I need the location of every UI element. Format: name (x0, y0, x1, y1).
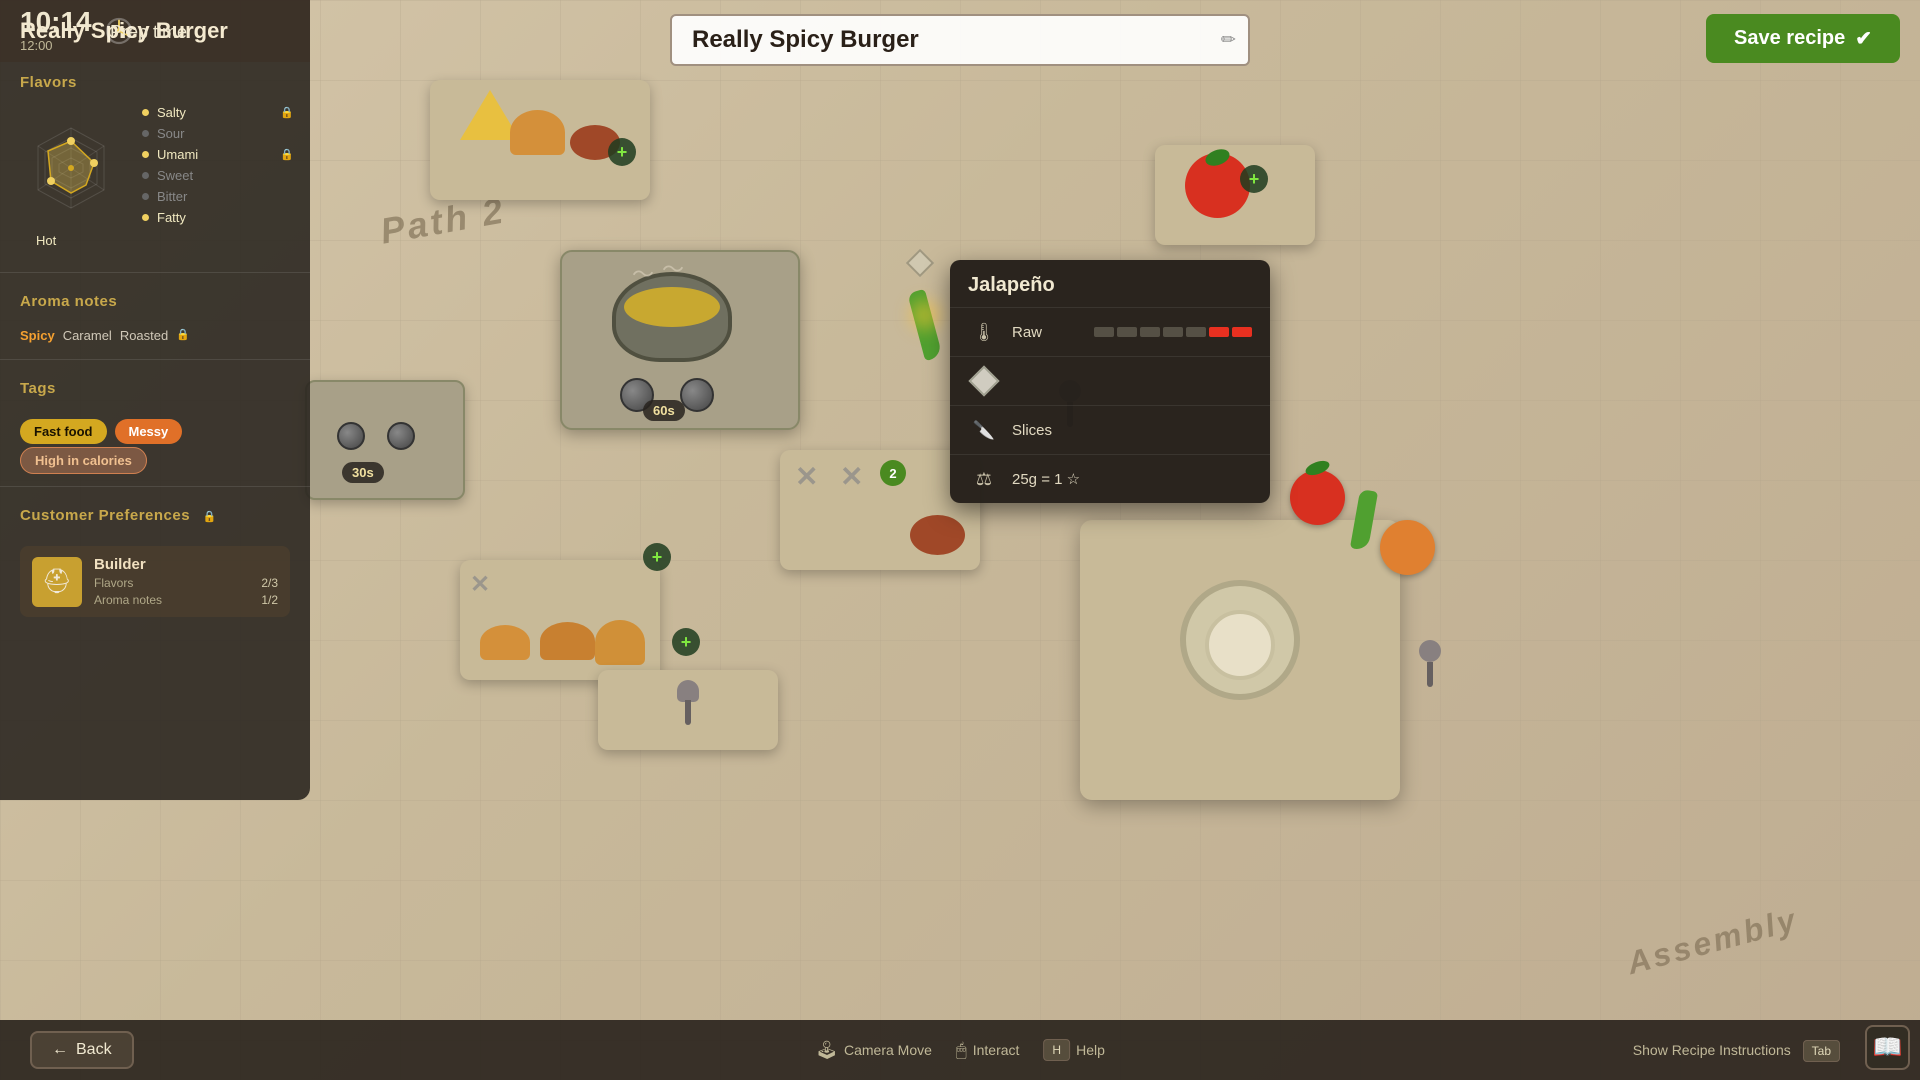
left-knob-1[interactable] (337, 422, 365, 450)
add-ingredient-btn-top[interactable]: + (608, 138, 636, 166)
aroma-lock: 🔒 (176, 328, 190, 343)
tag-messy[interactable]: Messy (115, 419, 183, 444)
bottom-bar: ← Back 🕹 Camera Move 🖱 Interact H Help S… (0, 1020, 1920, 1080)
burner-knob-2[interactable] (680, 378, 714, 412)
tag-high-calories[interactable]: High in calories (20, 447, 147, 474)
timer-60s: 60s (643, 400, 685, 421)
timer-30s: 30s (342, 462, 384, 483)
customer-aroma-stat: Aroma notes 1/2 (94, 593, 278, 607)
customer-section: ⛑ Builder Flavors 2/3 Aroma notes 1/2 (0, 530, 310, 625)
top-right-station (1155, 145, 1315, 245)
aroma-header: Aroma notes (0, 281, 310, 316)
far-right-orange (1380, 520, 1435, 575)
flavor-list: Salty 🔒 Sour Umami 🔒 Sweet (142, 105, 294, 231)
help-key: H (1043, 1039, 1070, 1061)
flavor-radar (16, 113, 126, 223)
tooltip-gem-row (950, 356, 1270, 405)
tag-fast-food[interactable]: Fast food (20, 419, 107, 444)
camera-label: Camera Move (844, 1042, 932, 1058)
jalapeno-tooltip: Jalapeño 🌡 Raw 🔪 Slices ⚖ 25g = 1 ☆ (950, 260, 1270, 503)
far-right-tomato (1290, 470, 1345, 525)
hot-label: Hot (16, 231, 294, 256)
time-display: 10:14 12:00 (20, 8, 92, 53)
save-recipe-btn[interactable]: Save recipe ✔ (1706, 14, 1900, 63)
bun-station: ✕ (460, 560, 660, 680)
customer-info: Builder Flavors 2/3 Aroma notes 1/2 (94, 556, 278, 607)
tooltip-slices-label: Slices (1012, 422, 1252, 439)
customer-header: Customer Preferences 🔒 (0, 495, 310, 530)
back-btn[interactable]: ← Back (30, 1031, 134, 1069)
tooltip-weight-row: ⚖ 25g = 1 ☆ (950, 454, 1270, 503)
aroma-section: Spicy Caramel Roasted 🔒 (0, 316, 310, 351)
recipe-input-container: ✏ (670, 14, 1250, 66)
prep-time-label: Prep time (110, 22, 187, 43)
tooltip-title: Jalapeño (950, 260, 1270, 307)
add-bun-btn[interactable]: + (643, 543, 671, 571)
edit-icon[interactable]: ✏ (1221, 30, 1236, 51)
recipe-book-btn[interactable]: 📖 (1865, 1025, 1910, 1070)
camera-move-hint: 🕹 Camera Move (815, 1040, 932, 1061)
left-knob-2[interactable] (387, 422, 415, 450)
aroma-roasted: Roasted (120, 328, 168, 343)
customer-avatar: ⛑ (32, 557, 82, 607)
interact-label: Interact (973, 1042, 1020, 1058)
help-hint: H Help (1043, 1039, 1104, 1061)
customer-flavors-stat: Flavors 2/3 (94, 576, 278, 590)
save-recipe-label: Save recipe (1734, 27, 1845, 50)
sidebar: Really Spicy Burger Flavors (0, 0, 310, 800)
tooltip-weight-label: 25g = 1 ☆ (1012, 470, 1252, 488)
flavor-sweet: Sweet (142, 168, 294, 183)
mouse-icon: 🖱 (956, 1040, 967, 1061)
tooltip-knife-icon: 🔪 (968, 414, 1000, 446)
flavors-header: Flavors (0, 62, 310, 97)
add-bottom-btn[interactable]: + (672, 628, 700, 656)
tags-section: Fast food Messy High in calories (0, 403, 310, 478)
right-station-tack2 (1410, 640, 1450, 695)
aroma-caramel: Caramel (63, 328, 112, 343)
camera-icon: 🕹 (815, 1040, 838, 1061)
time-sub: 12:00 (20, 38, 92, 53)
help-label: Help (1076, 1042, 1105, 1058)
tooltip-slices-row: 🔪 Slices (950, 405, 1270, 454)
tooltip-raw-icon: 🌡 (968, 316, 1000, 348)
back-label: Back (76, 1041, 112, 1059)
flavor-bitter: Bitter (142, 189, 294, 204)
heat-bar (1094, 327, 1252, 337)
recipe-name-input[interactable] (670, 14, 1250, 66)
save-check-icon: ✔ (1855, 26, 1872, 51)
tooltip-scale-icon: ⚖ (968, 463, 1000, 495)
back-arrow: ← (52, 1041, 68, 1059)
left-cooking-station[interactable] (305, 380, 465, 500)
show-recipe-hint[interactable]: Show Recipe Instructions Tab (1633, 1042, 1840, 1058)
customer-card: ⛑ Builder Flavors 2/3 Aroma notes 1/2 (20, 546, 290, 617)
aroma-spicy: Spicy (20, 328, 55, 343)
flavors-section: Salty 🔒 Sour Umami 🔒 Sweet (0, 97, 310, 264)
interact-hint: 🖱 Interact (956, 1040, 1020, 1061)
bottom-station (598, 670, 778, 750)
tooltip-raw-label: Raw (1012, 324, 1082, 341)
flavor-umami: Umami 🔒 (142, 147, 294, 162)
assembly-label: Assembly (1623, 901, 1802, 982)
tab-key: Tab (1803, 1040, 1840, 1062)
tags-header: Tags (0, 368, 310, 403)
flavor-salty: Salty 🔒 (142, 105, 294, 120)
assembly-station (1080, 520, 1400, 800)
tooltip-raw-row: 🌡 Raw (950, 307, 1270, 356)
flavor-fatty: Fatty (142, 210, 294, 225)
bottom-hints: 🕹 Camera Move 🖱 Interact H Help (815, 1039, 1105, 1061)
flavor-sour: Sour (142, 126, 294, 141)
time-main: 10:14 (20, 8, 92, 36)
add-ingredient-btn-right[interactable]: + (1240, 165, 1268, 193)
gem-indicator (905, 248, 935, 278)
tooltip-gem-icon (968, 365, 1000, 397)
customer-name: Builder (94, 556, 278, 573)
